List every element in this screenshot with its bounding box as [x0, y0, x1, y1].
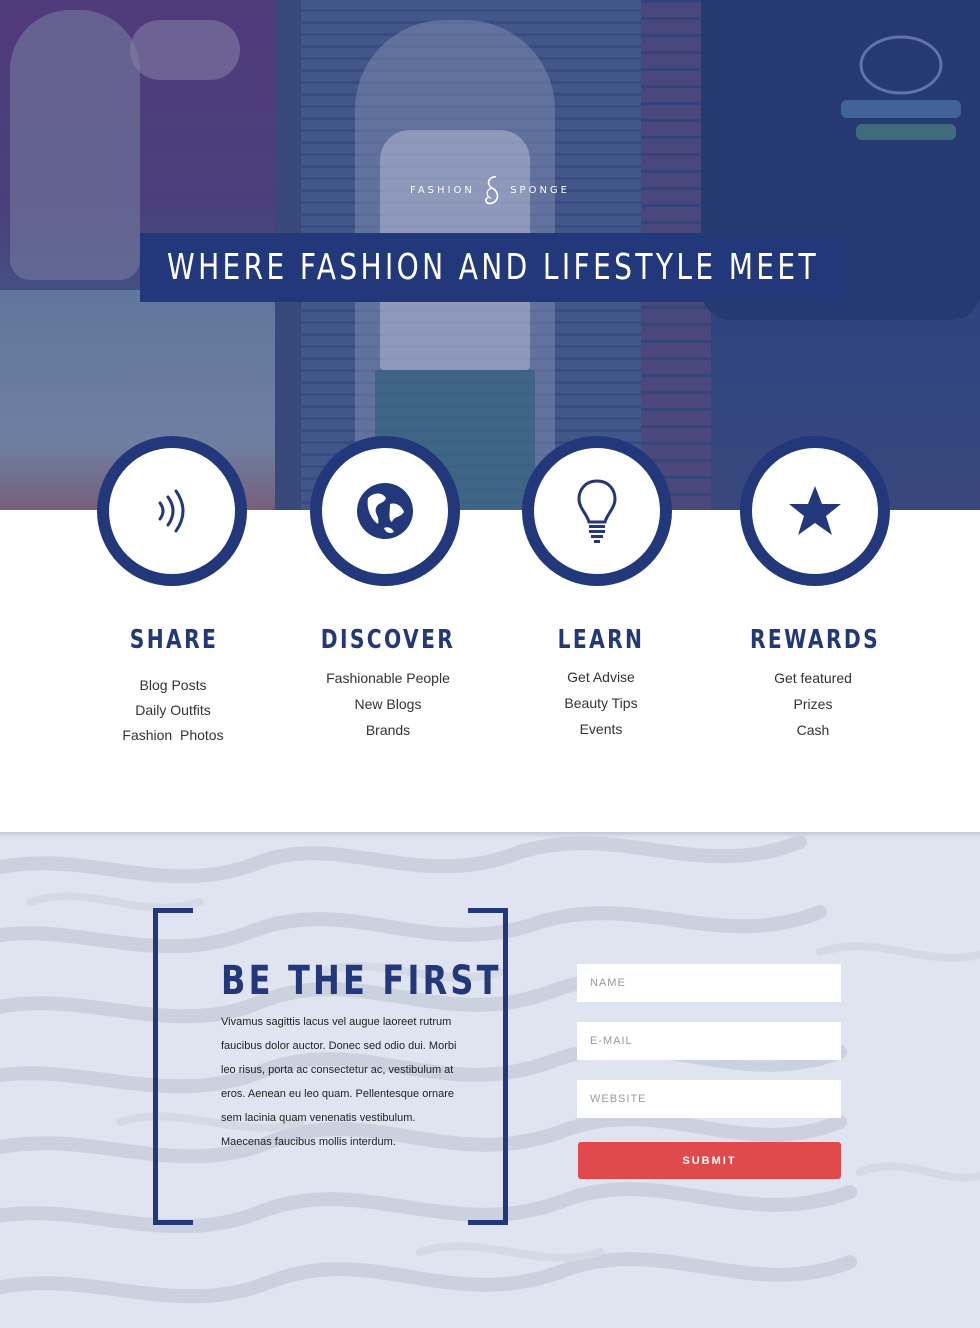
- signup-description: Vivamus sagittis lacus vel augue laoreet…: [221, 1016, 457, 1148]
- brand-right-word: SPONGE: [510, 184, 570, 196]
- name-field[interactable]: [577, 964, 841, 1002]
- feature-learn-circle[interactable]: [522, 436, 672, 586]
- star-icon: [789, 486, 841, 535]
- list-item[interactable]: Cash: [713, 717, 913, 743]
- feature-share-list: Blog Posts Daily Outfits Fashion Photos: [73, 673, 273, 748]
- brand-left-word: FASHION: [410, 184, 475, 196]
- list-item[interactable]: Get Advise: [501, 664, 701, 690]
- feature-rewards-list: Get featured Prizes Cash: [713, 665, 913, 743]
- feature-discover-title: DISCOVER: [320, 625, 456, 655]
- feature-learn-title: LEARN: [557, 625, 645, 655]
- list-item[interactable]: Blog Posts: [73, 673, 273, 698]
- list-item[interactable]: Get featured: [713, 665, 913, 691]
- list-item[interactable]: Brands: [288, 717, 488, 743]
- list-item[interactable]: Prizes: [713, 691, 913, 717]
- feature-rewards-title: REWARDS: [749, 625, 881, 655]
- list-item[interactable]: Beauty Tips: [501, 690, 701, 716]
- feature-rewards-circle[interactable]: [740, 436, 890, 586]
- list-item[interactable]: Events: [501, 716, 701, 742]
- left-bracket: [153, 908, 193, 1225]
- feature-share-circle[interactable]: [97, 436, 247, 586]
- feature-share-title: SHARE: [129, 625, 219, 655]
- signup-title: BE THE FIRST: [221, 958, 502, 1004]
- email-field[interactable]: [577, 1022, 841, 1060]
- list-item[interactable]: Fashionable People: [288, 665, 488, 691]
- page-headline: WHERE FASHION AND LIFESTYLE MEET: [166, 247, 819, 288]
- brand-logo[interactable]: FASHION SPONGE: [410, 170, 570, 210]
- hero-banner: FASHION SPONGE WHERE FASHION AND LIFESTY…: [0, 0, 980, 510]
- list-item[interactable]: Fashion Photos: [73, 723, 273, 748]
- feature-discover-circle[interactable]: [310, 436, 460, 586]
- feature-learn-list: Get Advise Beauty Tips Events: [501, 664, 701, 742]
- submit-button[interactable]: SUBMIT: [578, 1142, 841, 1179]
- website-field[interactable]: [577, 1080, 841, 1118]
- lightbulb-icon: [577, 479, 617, 543]
- sponge-logo-icon: [484, 175, 499, 205]
- list-item[interactable]: New Blogs: [288, 691, 488, 717]
- headline-banner: WHERE FASHION AND LIFESTYLE MEET: [140, 233, 845, 302]
- feature-discover-list: Fashionable People New Blogs Brands: [288, 665, 488, 743]
- right-bracket: [468, 908, 508, 1225]
- globe-icon: [357, 483, 413, 539]
- wifi-signal-icon: [158, 489, 185, 533]
- list-item[interactable]: Daily Outfits: [73, 698, 273, 723]
